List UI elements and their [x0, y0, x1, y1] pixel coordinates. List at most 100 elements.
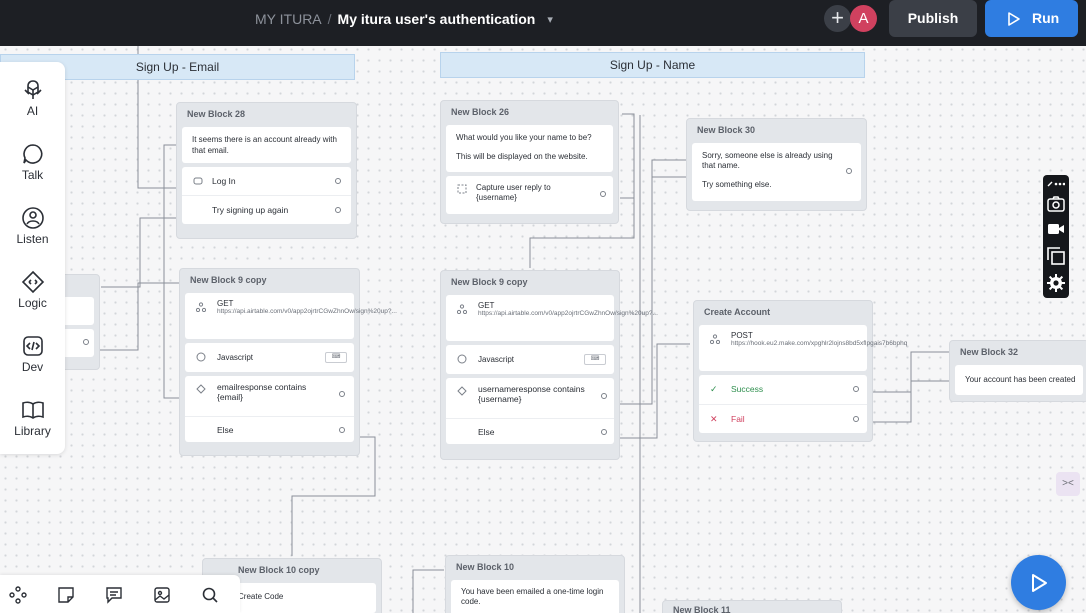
condition-if[interactable]: usernameresponse contains {username}: [446, 378, 614, 418]
path-fail[interactable]: ✕ Fail: [699, 404, 867, 433]
capture-step[interactable]: Capture user reply to {username}: [446, 176, 613, 214]
canvas-toolbar: [0, 575, 240, 613]
block-title: New Block 32: [960, 347, 1019, 357]
recording-toolbar: [1043, 175, 1069, 298]
top-bar: MY ITURA / My itura user's authenticatio…: [0, 0, 1086, 46]
output-port[interactable]: [601, 429, 607, 435]
choice-try-again[interactable]: Try signing up again: [182, 195, 351, 223]
image-icon[interactable]: [153, 586, 171, 604]
block-new-block-30[interactable]: New Block 30 Sorry, someone else is alre…: [686, 118, 867, 211]
breadcrumb-project[interactable]: MY ITURA: [255, 11, 322, 27]
toolbar-item-logic[interactable]: Logic: [0, 270, 65, 310]
block-title: New Block 28: [187, 109, 246, 119]
javascript-icon: [457, 354, 467, 364]
dev-icon: [22, 336, 43, 356]
logic-icon: [21, 270, 44, 294]
block-title: New Block 10: [456, 562, 515, 572]
section-sign-up-name[interactable]: Sign Up - Name: [440, 52, 865, 78]
api-step[interactable]: GET https://api.airtable.com/v0/app2ojrt…: [185, 293, 397, 339]
block-title: New Block 26: [451, 107, 510, 117]
step-toolbar: AI Talk Listen Logic Dev Library: [0, 62, 65, 454]
listen-icon: [21, 207, 44, 229]
text-step[interactable]: Sorry, someone else is already using tha…: [692, 143, 861, 201]
api-icon: [196, 302, 206, 312]
block-new-block-28[interactable]: New Block 28 It seems there is an accoun…: [176, 102, 357, 239]
run-button-label: Run: [1032, 10, 1060, 26]
output-port[interactable]: [335, 178, 341, 184]
condition-else[interactable]: Else: [446, 418, 614, 444]
breadcrumb: MY ITURA / My itura user's authenticatio…: [255, 11, 553, 27]
output-port[interactable]: [335, 207, 341, 213]
api-step[interactable]: GET https://api.airtable.com/v0/app2ojrt…: [446, 295, 658, 341]
javascript-icon: [196, 352, 206, 362]
output-port[interactable]: [853, 416, 859, 422]
play-icon: [1008, 12, 1020, 26]
search-icon[interactable]: [201, 586, 219, 604]
block-title: Create Account: [704, 307, 771, 317]
javascript-step[interactable]: Javascript ⌨: [185, 343, 354, 372]
toolbar-item-listen[interactable]: Listen: [0, 206, 65, 246]
video-icon[interactable]: [1047, 220, 1065, 238]
output-port[interactable]: [853, 386, 859, 392]
output-port[interactable]: [339, 427, 345, 433]
block-new-block-9-copy-name[interactable]: New Block 9 copy GET https://api.airtabl…: [440, 270, 658, 460]
block-title: New Block 9 copy: [451, 277, 528, 287]
flow-nodes-icon[interactable]: [9, 586, 27, 604]
condition-else[interactable]: Else: [185, 416, 354, 442]
output-port[interactable]: [83, 339, 89, 345]
api-result-paths[interactable]: ✓ Success ✕ Fail: [699, 375, 867, 433]
block-new-block-10[interactable]: New Block 10 You have been emailed a one…: [445, 555, 625, 613]
run-button[interactable]: Run: [985, 0, 1078, 37]
ai-icon: [23, 80, 42, 99]
block-create-account[interactable]: Create Account POST https://hook.eu2.mak…: [693, 300, 907, 442]
condition-icon: [457, 386, 467, 396]
toolbar-item-ai[interactable]: AI: [0, 78, 65, 118]
condition-step[interactable]: emailresponse contains {email} Else: [185, 376, 354, 442]
condition-if[interactable]: emailresponse contains {email}: [185, 376, 354, 416]
test-run-button[interactable]: [1011, 555, 1066, 610]
output-port[interactable]: [601, 393, 607, 399]
toolbar-item-library[interactable]: Library: [0, 398, 65, 438]
avatar[interactable]: A: [850, 5, 877, 32]
condition-icon: [196, 384, 206, 394]
choice-icon: [193, 177, 203, 185]
text-step[interactable]: You have been emailed a one-time login c…: [451, 580, 619, 613]
publish-button[interactable]: Publish: [889, 0, 977, 37]
breadcrumb-separator: /: [327, 11, 332, 27]
play-icon: [1032, 574, 1047, 592]
capture-icon: [457, 184, 467, 194]
output-port[interactable]: [846, 168, 852, 174]
screenshot-icon[interactable]: [1047, 195, 1065, 213]
block-new-block-11[interactable]: New Block 11: [662, 600, 842, 613]
block-new-block-26[interactable]: New Block 26 What would you like your na…: [440, 100, 619, 224]
link-more-icon[interactable]: [1047, 178, 1065, 190]
talk-icon: [22, 144, 42, 164]
text-step[interactable]: It seems there is an account already wit…: [182, 127, 351, 163]
note-icon[interactable]: [57, 586, 75, 604]
toolbar-item-dev[interactable]: Dev: [0, 334, 65, 374]
copy-icon[interactable]: [1047, 247, 1065, 265]
flow-name[interactable]: My itura user's authentication: [338, 11, 536, 27]
gear-icon[interactable]: [1047, 274, 1065, 292]
text-step-message: It seems there is an account already wit…: [192, 135, 337, 155]
collapse-panel-icon[interactable]: ><: [1056, 472, 1080, 496]
toolbar-item-talk[interactable]: Talk: [0, 142, 65, 182]
block-new-block-9-copy-email[interactable]: New Block 9 copy GET https://api.airtabl…: [179, 268, 397, 456]
block-new-block-32[interactable]: New Block 32 Your account has been creat…: [949, 340, 1086, 402]
condition-step[interactable]: usernameresponse contains {username} Els…: [446, 378, 614, 444]
add-collaborator-button[interactable]: +: [824, 5, 851, 32]
path-success[interactable]: ✓ Success: [699, 375, 867, 404]
api-icon: [457, 304, 467, 314]
choice-log-in[interactable]: Log In: [182, 167, 351, 195]
comment-icon[interactable]: [105, 586, 123, 604]
output-port[interactable]: [600, 191, 606, 197]
choice-step[interactable]: Log In Try signing up again: [182, 167, 351, 224]
api-icon: [710, 334, 720, 344]
chevron-down-icon[interactable]: ▾: [547, 13, 553, 26]
javascript-step[interactable]: Javascript ⌨: [446, 345, 614, 374]
text-step[interactable]: What would you like your name to be? Thi…: [446, 125, 613, 172]
text-step[interactable]: Your account has been created: [955, 365, 1083, 395]
api-step[interactable]: POST https://hook.eu2.make.com/xpghlr2lo…: [699, 325, 907, 371]
close-icon: ✕: [710, 414, 718, 424]
output-port[interactable]: [339, 391, 345, 397]
